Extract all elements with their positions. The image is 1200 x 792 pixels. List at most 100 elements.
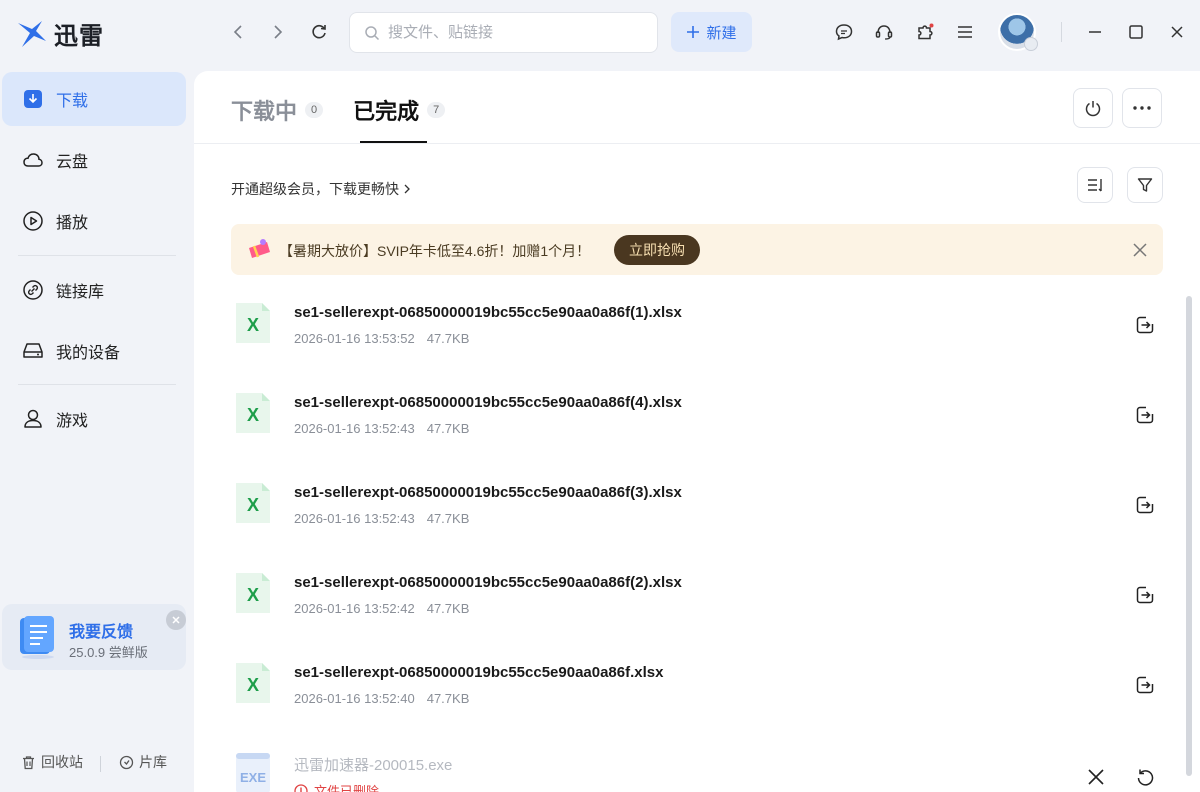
sidebar-item-download[interactable]: 下载	[2, 72, 186, 126]
sidebar-item-games[interactable]: 游戏	[2, 392, 186, 446]
app-version: 25.0.9 尝鲜版	[69, 645, 148, 660]
power-button[interactable]	[1073, 88, 1113, 128]
file-name: se1-sellerexpt-06850000019bc55cc5e90aa0a…	[294, 394, 682, 411]
redownload-button[interactable]	[1133, 765, 1157, 789]
message-button[interactable]	[832, 20, 856, 44]
open-folder-arrow-icon	[1136, 316, 1154, 334]
puzzle-icon	[918, 23, 934, 40]
list-item[interactable]: X se1-sellerexpt-06850000019bc55cc5e90aa…	[231, 470, 1163, 560]
list-scrollbar[interactable]	[1186, 296, 1192, 776]
tabs-divider	[194, 143, 1200, 144]
file-name: se1-sellerexpt-06850000019bc55cc5e90aa0a…	[294, 304, 682, 321]
exe-file-icon: EXE	[236, 753, 270, 792]
film-library-label: 片库	[139, 754, 167, 770]
excel-file-icon: X	[236, 573, 270, 613]
list-item[interactable]: X se1-sellerexpt-06850000019bc55cc5e90aa…	[231, 380, 1163, 470]
search-box[interactable]	[349, 12, 658, 53]
sidebar: 下载 云盘 播放 链接库 我的设备 游戏 我要反馈 25.0.9 尝鲜版 回收站…	[0, 66, 194, 792]
filter-button[interactable]	[1127, 167, 1163, 203]
sidebar-item-cloud[interactable]: 云盘	[2, 133, 186, 187]
device-icon	[22, 340, 44, 362]
file-size: 47.7KB	[426, 331, 470, 346]
excel-file-icon-label: X	[247, 405, 259, 425]
window-controls-divider	[1061, 22, 1062, 42]
film-library-button[interactable]: 片库	[119, 752, 167, 772]
minimize-button[interactable]	[1083, 20, 1107, 44]
chevron-right-icon	[404, 184, 410, 194]
forward-button[interactable]	[266, 20, 290, 44]
list-item-deleted[interactable]: EXE 迅雷加速器-200015.exe 文件已删除	[231, 740, 1163, 792]
list-item[interactable]: X se1-sellerexpt-06850000019bc55cc5e90aa…	[231, 290, 1163, 380]
sidebar-divider	[18, 255, 176, 256]
tab-completed[interactable]: 已完成 7	[353, 95, 446, 125]
open-file-button[interactable]	[1133, 403, 1157, 427]
trash-icon	[23, 755, 34, 769]
sidebar-item-play[interactable]: 播放	[2, 194, 186, 248]
list-item[interactable]: X se1-sellerexpt-06850000019bc55cc5e90aa…	[231, 560, 1163, 650]
file-date: 2026-01-16 13:52:42	[294, 601, 415, 616]
vip-upgrade-text: 开通超级会员，下载更畅快	[231, 181, 399, 197]
title-bar: 迅雷 新建	[0, 0, 1200, 66]
excel-file-icon-label: X	[247, 315, 259, 335]
promo-close-button[interactable]	[1131, 241, 1149, 259]
file-meta: 2026-01-16 13:52:42 47.7KB	[294, 601, 469, 616]
tab-downloading[interactable]: 下载中 0	[231, 95, 324, 125]
chevron-right-icon	[274, 25, 283, 39]
vip-upgrade-link[interactable]: 开通超级会员，下载更畅快	[231, 179, 411, 199]
headset-icon	[875, 25, 893, 40]
refresh-button[interactable]	[307, 20, 331, 44]
file-date: 2026-01-16 13:52:40	[294, 691, 415, 706]
file-name: 迅雷加速器-200015.exe	[294, 757, 453, 774]
excel-file-icon: X	[236, 483, 270, 523]
excel-file-icon: X	[236, 303, 270, 343]
file-size: 47.7KB	[426, 511, 470, 526]
maximize-button[interactable]	[1124, 20, 1148, 44]
menu-button[interactable]	[953, 20, 977, 44]
sidebar-item-link-library[interactable]: 链接库	[2, 263, 186, 317]
sidebar-item-my-devices[interactable]: 我的设备	[2, 324, 186, 378]
tab-count-badge: 0	[305, 102, 324, 118]
undo-icon	[1137, 769, 1154, 786]
sidebar-divider	[18, 384, 176, 385]
sort-icon	[1088, 179, 1102, 192]
recycle-bin-button[interactable]: 回收站	[21, 752, 83, 772]
back-button[interactable]	[226, 20, 250, 44]
app-name: 迅雷	[54, 23, 104, 50]
feedback-close-button[interactable]	[166, 610, 186, 630]
chat-bubble-icon	[835, 24, 853, 41]
more-options-button[interactable]	[1122, 88, 1162, 128]
promo-banner: 【暑期大放价】SVIP年卡低至4.6折！加赠1个月！ 立即抢购	[231, 224, 1163, 275]
close-icon	[1133, 243, 1147, 257]
film-reel-icon	[119, 755, 134, 769]
thunder-bird-icon	[18, 20, 46, 47]
open-file-button[interactable]	[1133, 313, 1157, 337]
sidebar-item-label: 我的设备	[56, 345, 121, 362]
open-folder-arrow-icon	[1136, 406, 1154, 424]
list-item[interactable]: X se1-sellerexpt-06850000019bc55cc5e90aa…	[231, 650, 1163, 740]
hamburger-menu-icon	[958, 26, 972, 38]
remove-record-button[interactable]	[1084, 765, 1108, 789]
file-size: 47.7KB	[426, 601, 470, 616]
tab-label: 下载中	[231, 99, 298, 124]
sort-button[interactable]	[1077, 167, 1113, 203]
new-task-button[interactable]: 新建	[671, 12, 752, 52]
search-input[interactable]	[388, 24, 628, 41]
open-file-button[interactable]	[1133, 493, 1157, 517]
plugins-button[interactable]	[913, 20, 937, 44]
file-size: 47.7KB	[426, 421, 470, 436]
gift-icon	[249, 239, 270, 258]
support-button[interactable]	[872, 20, 896, 44]
feedback-card[interactable]: 我要反馈 25.0.9 尝鲜版	[2, 604, 186, 670]
file-date: 2026-01-16 13:52:43	[294, 511, 415, 526]
file-meta: 2026-01-16 13:53:52 47.7KB	[294, 331, 469, 346]
user-avatar[interactable]	[998, 13, 1038, 51]
file-name: se1-sellerexpt-06850000019bc55cc5e90aa0a…	[294, 484, 682, 501]
close-window-button[interactable]	[1165, 20, 1189, 44]
promo-buy-button[interactable]: 立即抢购	[614, 235, 700, 265]
sidebar-item-label: 链接库	[56, 284, 105, 301]
open-file-button[interactable]	[1133, 583, 1157, 607]
open-file-button[interactable]	[1133, 673, 1157, 697]
excel-file-icon-label: X	[247, 585, 259, 605]
file-name: se1-sellerexpt-06850000019bc55cc5e90aa0a…	[294, 664, 664, 681]
tab-label: 已完成	[353, 99, 420, 124]
